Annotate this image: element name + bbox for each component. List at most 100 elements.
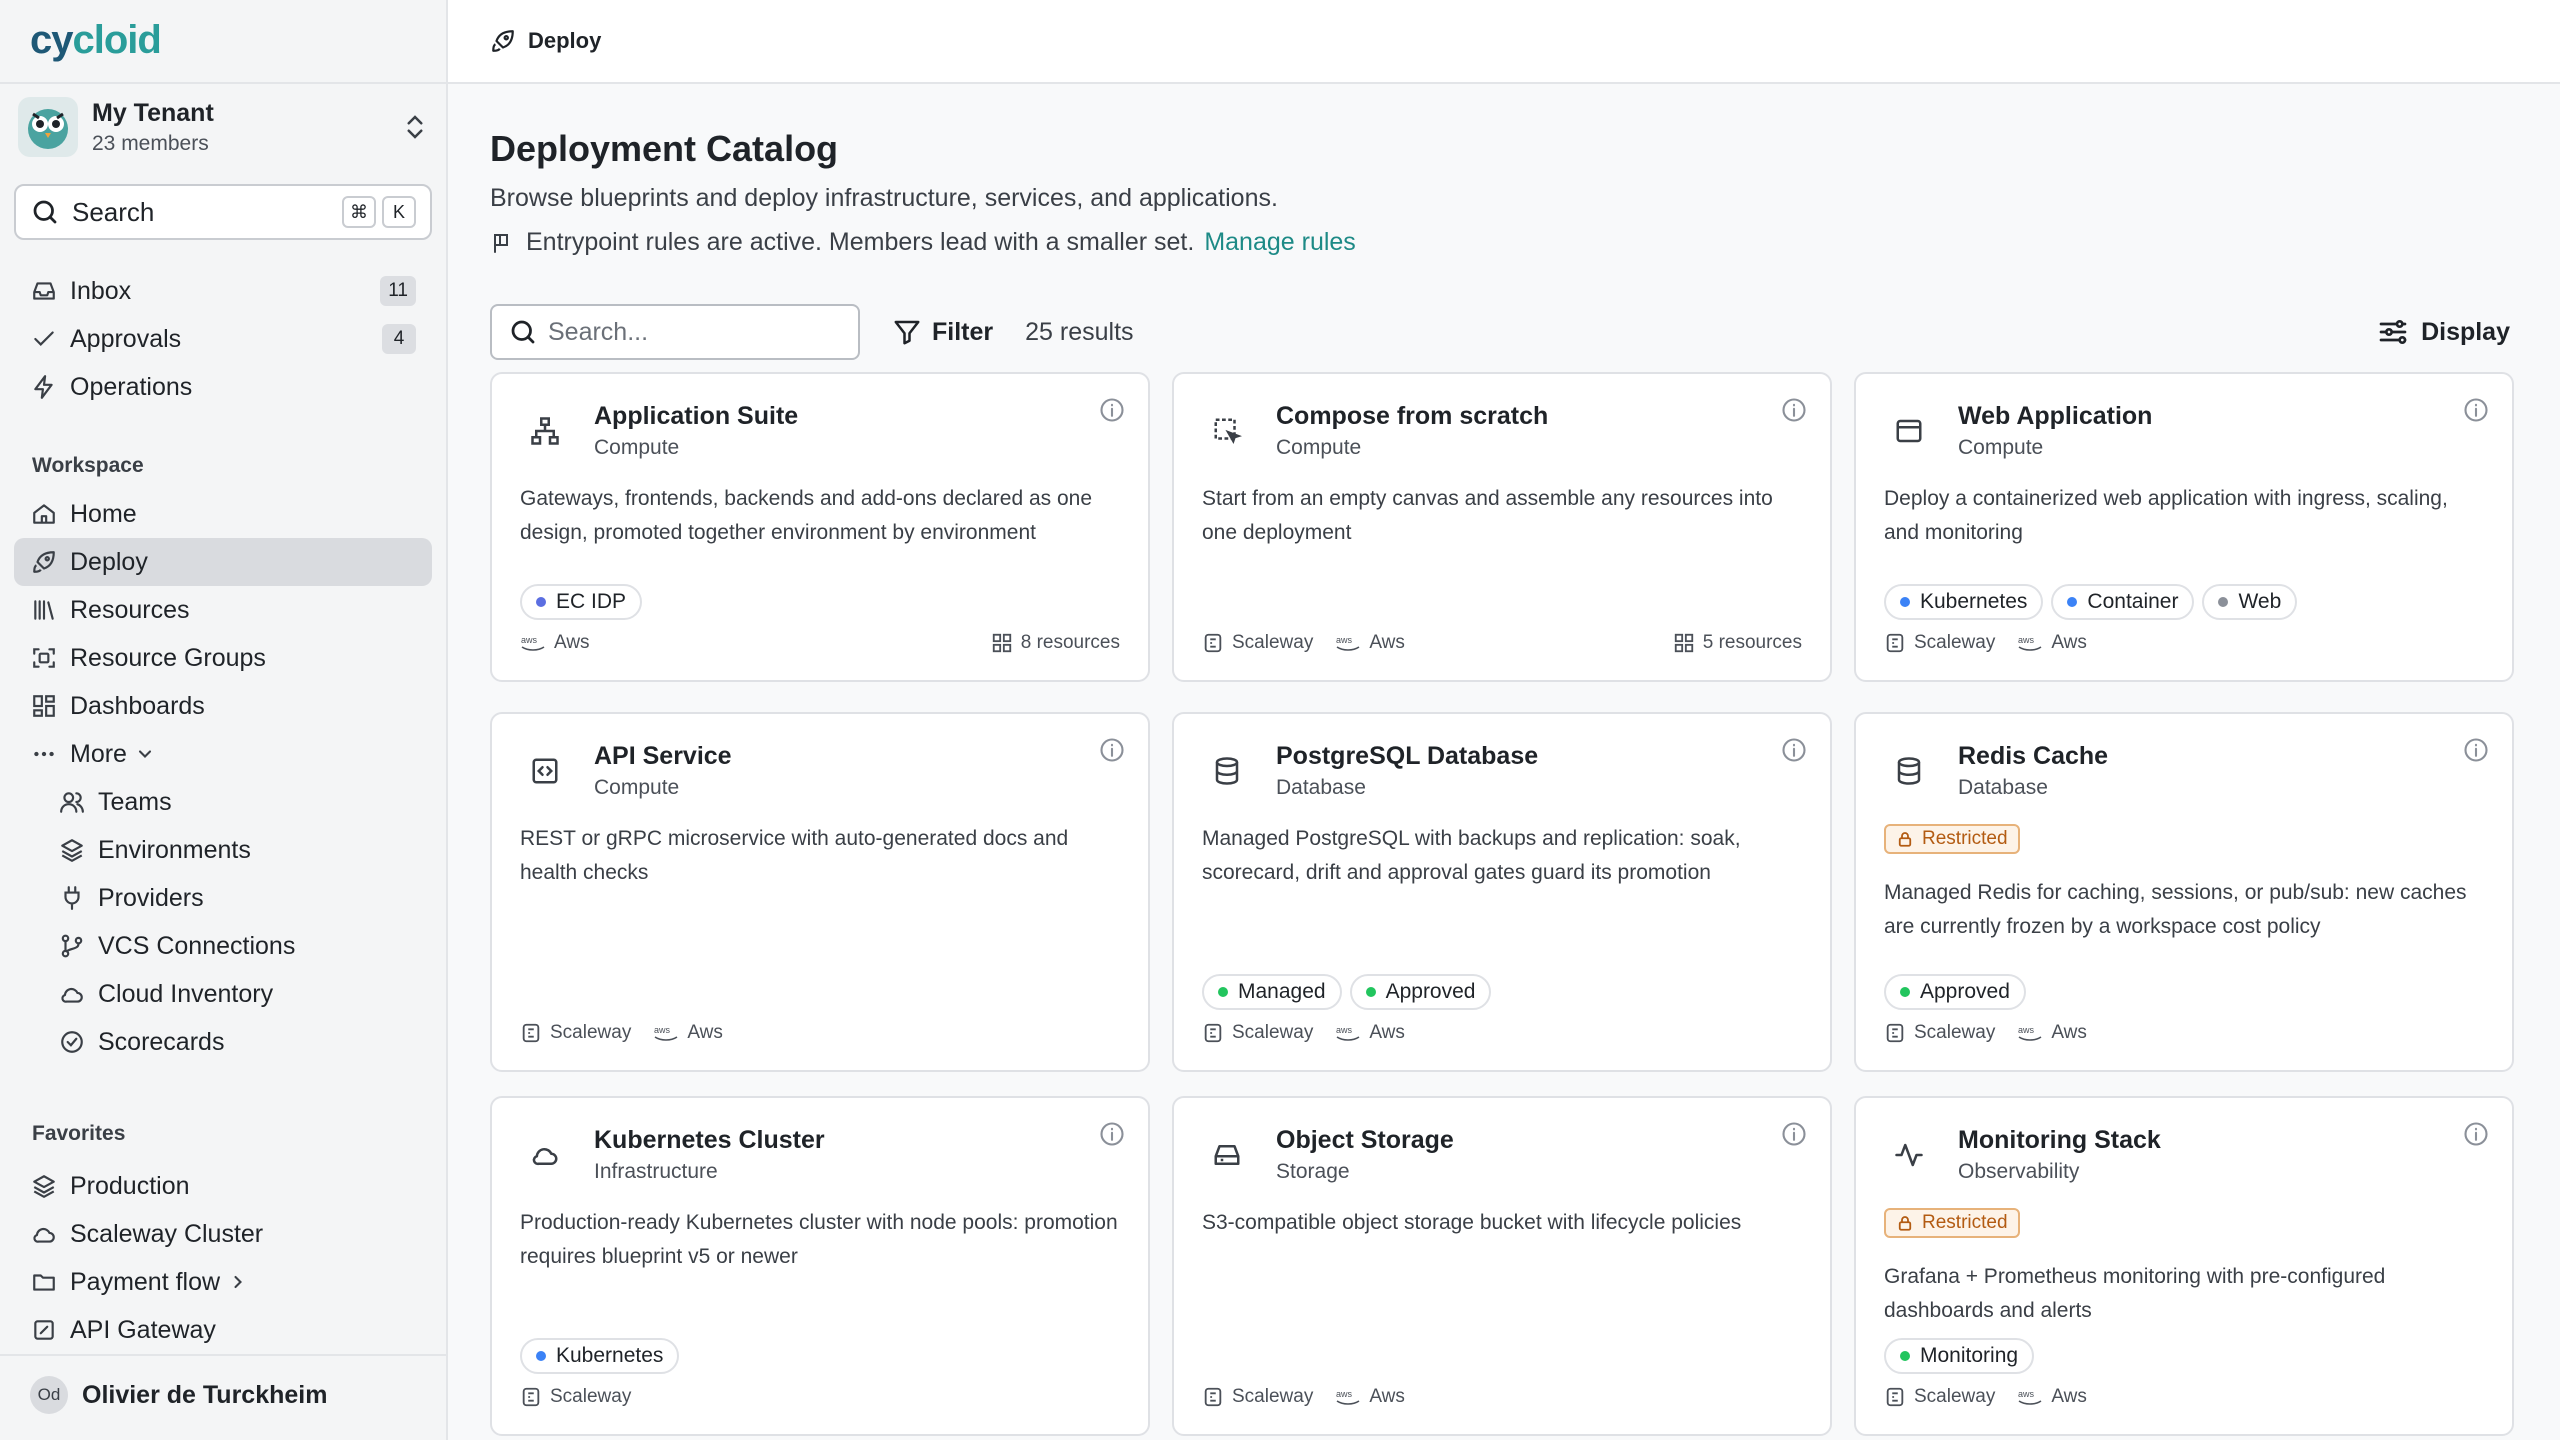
scaleway-icon: [1202, 1022, 1232, 1044]
info-icon[interactable]: [1780, 1120, 1808, 1148]
catalog-card[interactable]: Kubernetes Cluster Infrastructure Producti…: [490, 1096, 1150, 1436]
display-button[interactable]: Display: [2377, 316, 2510, 348]
layers-icon: [30, 1172, 58, 1200]
catalog-card[interactable]: Object Storage Storage S3-compatible objec…: [1172, 1096, 1832, 1436]
tag: Kubernetes: [1884, 584, 2044, 620]
scaleway-icon: [520, 1022, 550, 1044]
sidebar-item-resource-groups[interactable]: Resource Groups: [14, 634, 432, 682]
svg-text:aws: aws: [1336, 635, 1353, 645]
status-dot: [536, 597, 546, 607]
provider-aws: aws Aws: [1336, 1386, 1405, 1407]
sidebar-item-providers[interactable]: Providers: [14, 874, 432, 922]
manage-rules-link[interactable]: Manage rules: [1204, 228, 1355, 257]
cloud-icon: [30, 1220, 58, 1248]
card-title: Redis Cache: [1958, 742, 2109, 770]
sidebar-item-scorecards[interactable]: Scorecards: [14, 1018, 432, 1066]
sidebar-item-dashboards[interactable]: Dashboards: [14, 682, 432, 730]
provider-aws: aws Aws: [2018, 1386, 2087, 1407]
card-tags: EC IDP: [520, 584, 650, 620]
svg-text:aws: aws: [2018, 1025, 2035, 1035]
card-footer: Scaleway aws Aws 5 resources: [1202, 632, 1802, 654]
svg-text:aws: aws: [1336, 1389, 1353, 1399]
divider: [0, 1354, 446, 1356]
card-footer: Scaleway aws Aws: [1884, 632, 2484, 654]
cycloid-logo[interactable]: cycloid: [30, 18, 162, 63]
sidebar-item-teams[interactable]: Teams: [14, 778, 432, 826]
layers-icon: [58, 836, 86, 864]
svg-text:aws: aws: [521, 635, 538, 645]
catalog-card[interactable]: API Service Compute REST or gRPC microserv…: [490, 712, 1150, 1072]
check-icon: [30, 325, 58, 353]
sidebar-item-resources[interactable]: Resources: [14, 586, 432, 634]
sidebar-item-operations[interactable]: Operations: [14, 363, 432, 411]
restricted-badge: Restricted: [1884, 824, 2020, 854]
resource-count: 5 resources: [1673, 632, 1802, 654]
catalog-card[interactable]: Application Suite Compute Gateways, fronte…: [490, 372, 1150, 682]
catalog-search-input[interactable]: [548, 317, 838, 347]
card-footer: Scaleway aws Aws: [1202, 1386, 1802, 1408]
provider-scaleway: Scaleway: [520, 1022, 631, 1044]
aws-icon: aws: [2017, 633, 2051, 653]
card-description: Start from an empty canvas and assemble …: [1202, 487, 1773, 544]
scaleway-icon: [520, 1386, 550, 1408]
info-icon[interactable]: [1098, 396, 1126, 424]
divider: [0, 82, 446, 84]
status-dot: [1900, 987, 1910, 997]
favorite-item-payment-flow[interactable]: Payment flow: [14, 1258, 432, 1306]
info-icon[interactable]: [2462, 1120, 2490, 1148]
tenant-members: 23 members: [92, 131, 209, 155]
sidebar-item-approvals[interactable]: Approvals 4: [14, 315, 432, 363]
grid-icon: [991, 632, 1021, 654]
favorite-item-api-gateway[interactable]: API Gateway: [14, 1306, 432, 1354]
rocket-icon: [30, 548, 58, 576]
favorite-item-scaleway-cluster[interactable]: Scaleway Cluster: [14, 1210, 432, 1258]
card-footer: Scaleway aws Aws: [1884, 1386, 2484, 1408]
cloud-icon: [58, 980, 86, 1008]
tag: Web: [2202, 584, 2298, 620]
tenant-switcher[interactable]: My Tenant 23 members: [18, 94, 430, 160]
external-box-icon: [30, 1316, 58, 1344]
card-footer: Scaleway aws Aws: [1884, 1022, 2484, 1044]
folder-icon: [30, 1268, 58, 1296]
card-tags: Managed Approved: [1202, 974, 1499, 1010]
provider-aws: aws Aws: [1336, 1022, 1405, 1043]
sidebar-item-deploy[interactable]: Deploy: [14, 538, 432, 586]
card-title: Kubernetes Cluster: [594, 1126, 825, 1154]
provider-scaleway: Scaleway: [1884, 1022, 1995, 1044]
info-icon[interactable]: [2462, 396, 2490, 424]
filter-button[interactable]: Filter: [892, 317, 993, 347]
user-menu[interactable]: Od Olivier de Turckheim: [30, 1376, 327, 1414]
sidebar-item-environments[interactable]: Environments: [14, 826, 432, 874]
info-icon[interactable]: [1780, 736, 1808, 764]
provider-aws: aws Aws: [521, 632, 590, 653]
browser-icon: [1892, 414, 1926, 448]
info-icon[interactable]: [1780, 396, 1808, 424]
card-title: Web Application: [1958, 402, 2153, 430]
page-title: Deployment Catalog: [490, 128, 839, 169]
approvals-count-badge: 4: [382, 324, 416, 354]
catalog-card[interactable]: Compose from scratch Compute Start from an…: [1172, 372, 1832, 682]
kbd-command: ⌘: [342, 196, 376, 228]
info-icon[interactable]: [1098, 736, 1126, 764]
sidebar-item-home[interactable]: Home: [14, 490, 432, 538]
catalog-card[interactable]: Web Application Compute Deploy a container…: [1854, 372, 2514, 682]
page-subtitle: Browse blueprints and deploy infrastruct…: [490, 184, 1278, 212]
filter-icon: [892, 317, 922, 347]
sidebar-item-more[interactable]: More: [14, 730, 432, 778]
provider-aws: aws Aws: [1336, 632, 1405, 653]
catalog-card[interactable]: PostgreSQL Database Database Managed Postg…: [1172, 712, 1832, 1072]
card-description: S3-compatible object storage bucket with…: [1202, 1211, 1742, 1234]
info-icon[interactable]: [1098, 1120, 1126, 1148]
catalog-search[interactable]: [490, 304, 860, 360]
favorite-item-production[interactable]: Production: [14, 1162, 432, 1210]
info-icon[interactable]: [2462, 736, 2490, 764]
sidebar-search[interactable]: Search ⌘ K: [14, 184, 432, 240]
sidebar-item-inbox[interactable]: Inbox 11: [14, 267, 432, 315]
sidebar-item-vcs-connections[interactable]: VCS Connections: [14, 922, 432, 970]
entrypoint-rules-notice: Entrypoint rules are active. Members lea…: [490, 228, 1356, 257]
catalog-card[interactable]: Monitoring Stack Observability Restricted G…: [1854, 1096, 2514, 1436]
sidebar-item-cloud-inventory[interactable]: Cloud Inventory: [14, 970, 432, 1018]
sliders-icon: [2377, 316, 2409, 348]
home-icon: [30, 500, 58, 528]
catalog-card[interactable]: Redis Cache Database Restricted Managed Red…: [1854, 712, 2514, 1072]
